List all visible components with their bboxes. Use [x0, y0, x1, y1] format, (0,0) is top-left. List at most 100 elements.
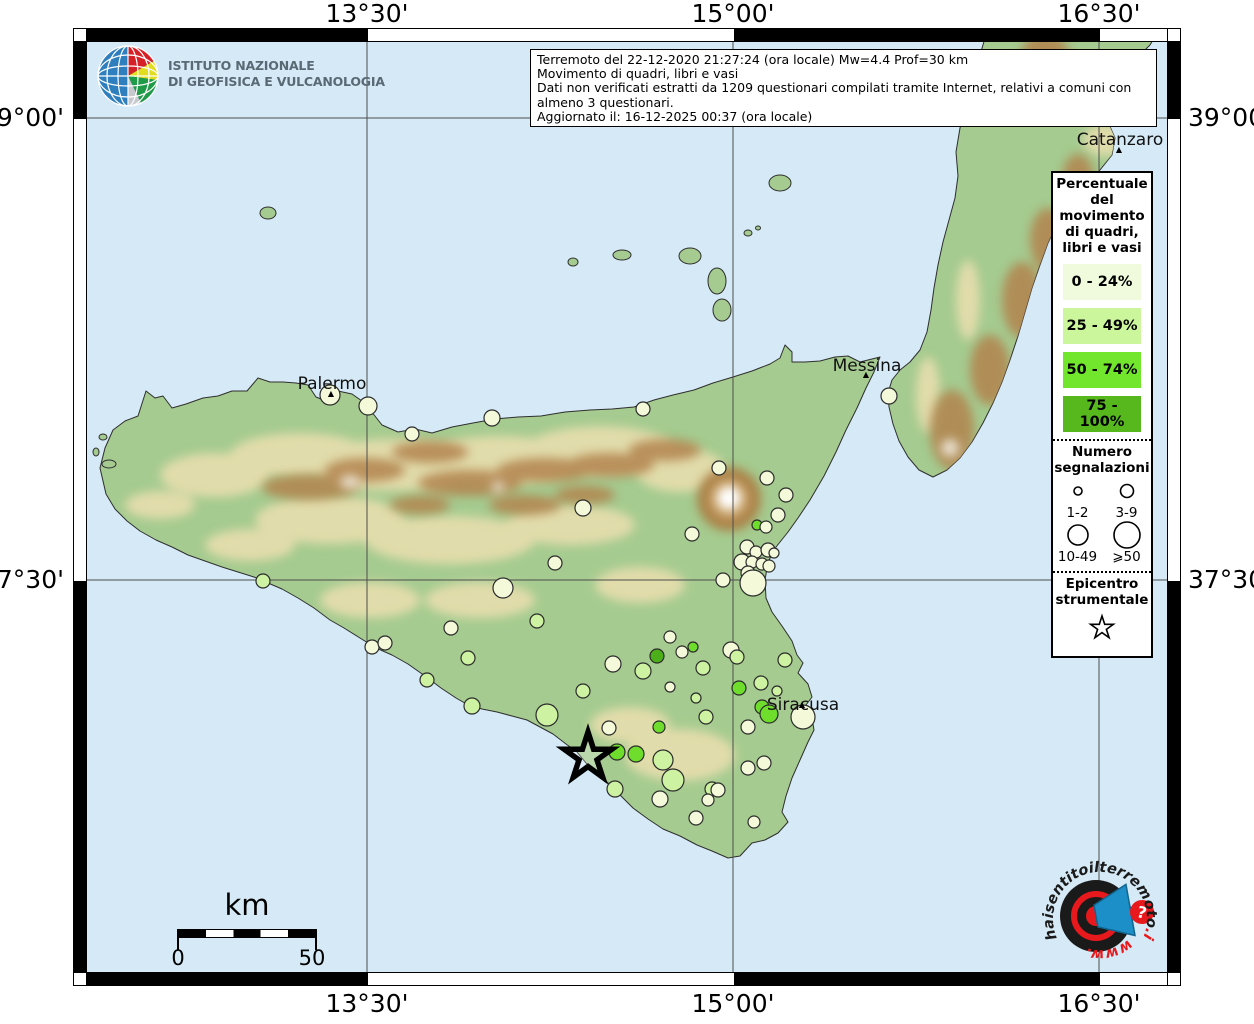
- city-marker-icon: ▲: [1116, 146, 1122, 154]
- intensity-point: [881, 388, 897, 404]
- intensity-point: [712, 461, 726, 475]
- map-frame-top: [73, 28, 1181, 42]
- axis-label-bottom: 15°00': [692, 991, 775, 1017]
- intensity-point: [760, 471, 774, 485]
- intensity-point: [530, 614, 544, 628]
- axis-label-bottom: 16°30': [1058, 991, 1141, 1017]
- intensity-point: [741, 720, 755, 734]
- intensity-point: [689, 811, 703, 825]
- intensity-point: [653, 750, 673, 770]
- intensity-point: [685, 527, 699, 541]
- intensity-point: [748, 816, 760, 828]
- map-frame-bottom: [73, 972, 1181, 986]
- ingv-name-line2: DI GEOFISICA E VULCANOLOGIA: [168, 74, 385, 90]
- intensity-point: [699, 710, 713, 724]
- intensity-point: [716, 573, 730, 587]
- intensity-point: [605, 656, 621, 672]
- intensity-point: [676, 646, 688, 658]
- city-marker-icon: ▲: [863, 371, 869, 379]
- intensity-point: [688, 642, 698, 652]
- intensity-point: [652, 791, 668, 807]
- intensity-point: [771, 508, 785, 522]
- city-marker-icon: ▲: [328, 390, 334, 398]
- intensity-point: [730, 650, 744, 664]
- intensity-point: [602, 721, 616, 735]
- event-info-line: Terremoto del 22-12-2020 21:27:24 (ora l…: [537, 53, 1150, 67]
- legend-percentage-classes: 0 - 24% 25 - 49% 50 - 74% 75 - 100%: [1053, 264, 1151, 432]
- intensity-point: [484, 410, 500, 426]
- scalebar-start-label: 0: [171, 946, 184, 970]
- intensity-point: [741, 761, 755, 775]
- event-info-line: Aggiornato il: 16-12-2025 00:37 (ora loc…: [537, 110, 1150, 124]
- intensity-point: [256, 574, 270, 588]
- axis-label-top: 15°00': [692, 1, 775, 27]
- intensity-point: [548, 556, 562, 570]
- intensity-point: [696, 661, 710, 675]
- etna-peak: [717, 486, 741, 510]
- ustica-island: [260, 207, 276, 219]
- legend-count-item: 10-49: [1053, 520, 1102, 564]
- intensity-point: [628, 746, 644, 762]
- intensity-point: [757, 756, 771, 770]
- intensity-point: [754, 676, 768, 690]
- intensity-point: [653, 721, 665, 733]
- intensity-point: [760, 521, 772, 533]
- intensity-point: [662, 769, 684, 791]
- legend-count-item: ⩾50: [1102, 520, 1151, 564]
- legend-class-swatch: 0 - 24%: [1063, 264, 1141, 300]
- legend-box: Percentualedelmovimentodi quadri,libri e…: [1051, 171, 1153, 658]
- intensity-point: [607, 781, 623, 797]
- legend-epicenter-title: Epicentrostrumentale: [1053, 573, 1151, 608]
- legend-count-item: 1-2: [1053, 476, 1102, 520]
- scalebar-unit: km: [224, 888, 269, 922]
- intensity-point: [359, 397, 377, 415]
- legend-percentage-title: Percentualedelmovimentodi quadri,libri e…: [1053, 173, 1151, 256]
- intensity-point: [536, 704, 558, 726]
- axis-label-left: 37°30': [0, 567, 64, 593]
- legend-class-swatch: 25 - 49%: [1063, 308, 1141, 344]
- intensity-point: [444, 621, 458, 635]
- frame-corner: [73, 972, 87, 986]
- intensity-point: [740, 570, 766, 596]
- event-info-line: Dati non verificati estratti da 1209 que…: [537, 81, 1150, 109]
- intensity-point: [665, 682, 675, 692]
- axis-label-right: 37°30': [1188, 567, 1254, 593]
- legend-count-item: 3-9: [1102, 476, 1151, 520]
- axis-label-top: 16°30': [1058, 1, 1141, 27]
- axis-label-bottom: 13°30': [326, 991, 409, 1017]
- scalebar: [178, 929, 316, 938]
- intensity-point: [365, 640, 379, 654]
- intensity-point: [650, 649, 664, 663]
- axis-label-right: 39°00': [1188, 105, 1254, 131]
- legend-class-swatch: 50 - 74%: [1063, 352, 1141, 388]
- event-info-box: Terremoto del 22-12-2020 21:27:24 (ora l…: [530, 49, 1157, 127]
- intensity-point: [420, 673, 434, 687]
- city-marker-icon: ▲: [799, 701, 805, 709]
- intensity-point: [378, 636, 392, 650]
- macroseismic-map-figure: Palermo▲Messina▲Siracusa▲Catanzaro▲ Terr…: [0, 0, 1254, 1024]
- intensity-point: [576, 684, 590, 698]
- legend-class-swatch: 75 - 100%: [1063, 396, 1141, 432]
- legend-count-classes: 1-23-910-49⩾50: [1053, 476, 1151, 564]
- ingv-globe-icon: [96, 44, 160, 108]
- scalebar-end-label: 50: [299, 946, 326, 970]
- intensity-point: [664, 631, 676, 643]
- frame-corner: [1167, 972, 1181, 986]
- intensity-point: [461, 651, 475, 665]
- intensity-point: [702, 794, 714, 806]
- epicenter-star-icon: [1082, 612, 1122, 646]
- legend-count-title: Numerosegnalazioni: [1053, 441, 1151, 476]
- intensity-point: [691, 693, 701, 703]
- intensity-point: [636, 402, 650, 416]
- intensity-point: [763, 560, 775, 572]
- intensity-point: [769, 548, 779, 558]
- ingv-logo: ISTITUTO NAZIONALE DI GEOFISICA E VULCAN…: [96, 44, 426, 108]
- intensity-point: [575, 500, 591, 516]
- intensity-point: [635, 663, 651, 679]
- intensity-point: [711, 783, 725, 797]
- intensity-point: [732, 681, 746, 695]
- ingv-name-line1: ISTITUTO NAZIONALE: [168, 58, 385, 74]
- frame-corner: [73, 28, 87, 42]
- intensity-point: [778, 653, 792, 667]
- intensity-point: [405, 427, 419, 441]
